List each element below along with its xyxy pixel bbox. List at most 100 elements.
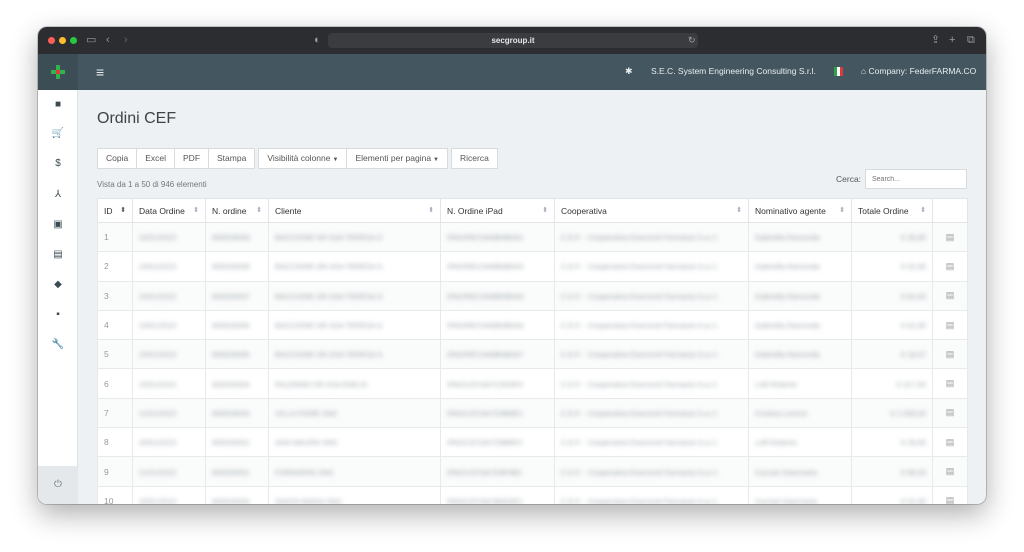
print-button[interactable]: Stampa bbox=[208, 148, 256, 169]
table-row[interactable]: 6 23/01/2022 900026004 PALERMO DR.SSA EMILI… bbox=[97, 368, 968, 399]
document-icon[interactable]: ▤ bbox=[946, 232, 955, 242]
table-cell-coop: C.E.F. - Cooperativa Esercenti Farmacia … bbox=[554, 221, 749, 253]
cell-value: IPAD/LE/19A7D8B8F2 bbox=[447, 438, 523, 448]
share-icon[interactable]: ⇪ bbox=[931, 34, 940, 46]
sidebar-toggle-icon[interactable]: ▭ bbox=[86, 34, 96, 46]
pdf-button[interactable]: PDF bbox=[174, 148, 210, 169]
file-icon: ▤ bbox=[53, 249, 63, 260]
cell-value: BACCIONE DR.SSA TERESA S bbox=[275, 291, 383, 301]
document-icon[interactable]: ▤ bbox=[946, 290, 955, 300]
sidebar-item-dollar[interactable]: $ bbox=[38, 149, 78, 179]
table-cell-date: 24/01/2022 bbox=[132, 251, 206, 282]
table-cell-ipad: IPAD/RE/19A8B4B0A6 bbox=[440, 309, 555, 341]
table-cell-ipad: IPAD/RE/19A8B4B0A3 bbox=[440, 251, 555, 282]
document-icon[interactable]: ▤ bbox=[946, 349, 955, 359]
sidebar-item-network[interactable]: ⅄ bbox=[38, 180, 78, 210]
cell-value: 900026002 bbox=[212, 438, 250, 448]
cell-value: IPAD/RE/19A8B4B0A1 bbox=[447, 233, 524, 243]
table-cell-coop: C.E.F. - Cooperativa Esercenti Farmacia … bbox=[554, 397, 749, 429]
table-row[interactable]: 9 21/01/2022 900026001 FORNARINI SNC IPAD/LE… bbox=[97, 456, 968, 487]
dollar-icon: $ bbox=[55, 158, 61, 169]
table-cell-agent: Cristina Lorenzi bbox=[748, 397, 852, 429]
search-input[interactable] bbox=[865, 169, 967, 189]
address-bar[interactable]: secgroup.it bbox=[328, 33, 698, 48]
cell-value: 24/01/2022 bbox=[139, 291, 177, 301]
sidebar-item-money[interactable]: ◆ bbox=[38, 270, 78, 300]
sidebar-item-tools[interactable]: 🔧 bbox=[38, 330, 78, 360]
sidebar-item-cart[interactable]: 🛒 bbox=[38, 119, 78, 149]
cell-value: € 317,00 bbox=[896, 379, 926, 389]
document-icon[interactable]: ▤ bbox=[946, 466, 955, 476]
reload-icon[interactable]: ↻ bbox=[688, 35, 696, 46]
table-cell-agent: Gabriella Ramonda bbox=[748, 339, 852, 370]
table-row[interactable]: 8 20/01/2022 900026002 SAN MAURO SNC IPAD/LE… bbox=[97, 427, 968, 458]
column-header[interactable]: ID ⬍ bbox=[97, 198, 133, 223]
document-icon[interactable]: ▤ bbox=[946, 378, 955, 388]
close-window-button[interactable] bbox=[48, 37, 55, 44]
sidebar-item-box[interactable]: ▪ bbox=[38, 300, 78, 330]
table-cell-client: SANTA MARIA SNC bbox=[268, 485, 441, 504]
search-label: Cerca: bbox=[836, 174, 862, 184]
column-header[interactable]: N. ordine ⬍ bbox=[205, 198, 269, 223]
briefcase-icon: ▣ bbox=[53, 219, 63, 230]
logout-button[interactable]: ⏻ bbox=[38, 466, 78, 504]
sidebar-item-file[interactable]: ▤ bbox=[38, 240, 78, 270]
table-row[interactable]: 2 24/01/2022 900026008 BACCIONE DR.SSA TERE… bbox=[97, 251, 968, 282]
excel-button[interactable]: Excel bbox=[136, 148, 176, 169]
document-icon[interactable]: ▤ bbox=[946, 437, 955, 447]
search-button[interactable]: Ricerca bbox=[451, 148, 498, 169]
maximize-window-button[interactable] bbox=[70, 37, 77, 44]
column-header[interactable]: Data Ordine ⬍ bbox=[132, 198, 206, 223]
cell-value: € 52,90 bbox=[900, 496, 926, 504]
document-icon[interactable]: ▤ bbox=[946, 261, 955, 271]
column-header[interactable]: Totale Ordine ⬍ bbox=[851, 198, 933, 223]
new-tab-icon[interactable]: + bbox=[949, 34, 955, 46]
column-header[interactable]: Nominativo agente ⬍ bbox=[748, 198, 852, 223]
table-row[interactable]: 7 21/01/2022 900026003 VILLA FIORE SNC IPAD/… bbox=[97, 397, 968, 429]
tabs-icon[interactable]: ⧉ bbox=[967, 34, 975, 46]
back-icon[interactable]: ‹ bbox=[106, 34, 110, 46]
minimize-window-button[interactable] bbox=[59, 37, 66, 44]
items-per-page-button[interactable]: Elementi per pagina ▼ bbox=[346, 148, 448, 169]
company-selector[interactable]: ⌂ Company: FederFARMA.CO bbox=[861, 65, 976, 77]
cell-value: BACCIONE DR.SSA TERESA S bbox=[275, 262, 383, 272]
table-cell-num: 900026007 bbox=[205, 280, 269, 311]
sort-icon: ⬍ bbox=[736, 207, 742, 214]
row-action-cell: ▤ bbox=[932, 339, 968, 370]
table-cell-agent: Cazzari Gianmaria bbox=[748, 485, 852, 504]
copy-button[interactable]: Copia bbox=[97, 148, 138, 169]
hamburger-menu-icon[interactable]: ≡ bbox=[96, 65, 104, 79]
table-row[interactable]: 4 24/01/2022 900026006 BACCIONE DR.SSA TERE… bbox=[97, 309, 968, 341]
cell-value: Gabriella Ramonda bbox=[755, 291, 820, 301]
table-row[interactable]: 1 24/01/2022 900026009 BACCIONE DR.SSA TERE… bbox=[97, 221, 968, 253]
forward-icon[interactable]: › bbox=[124, 34, 128, 46]
cell-value: SAN MAURO SNC bbox=[275, 438, 339, 448]
cell-value: Lelli Roberto bbox=[755, 438, 798, 448]
column-header[interactable]: N. Ordine iPad ⬍ bbox=[440, 198, 555, 223]
sidebar-item-briefcase[interactable]: ▣ bbox=[38, 210, 78, 240]
caret-down-icon: ▼ bbox=[332, 157, 339, 163]
sidebar-item-dashboard[interactable]: ■ bbox=[38, 90, 78, 120]
table-cell-coop: C.E.F. - Cooperativa Esercenti Farmacia … bbox=[554, 309, 749, 341]
browser-window: ▭ ‹ › ◐ secgroup.it ↻ ⇪ + ⧉ ≡ ✱ S.E.C. S… bbox=[38, 27, 986, 504]
table-row[interactable]: 10 20/01/2022 900026000 SANTA MARIA SNC IPAD… bbox=[97, 485, 968, 504]
cell-value: € 82,60 bbox=[900, 291, 926, 301]
logo-area[interactable] bbox=[38, 54, 78, 90]
cell-value: IPAD/RE/19A8B4B0A5 bbox=[447, 291, 524, 301]
document-icon[interactable]: ▤ bbox=[946, 407, 955, 417]
document-icon[interactable]: ▤ bbox=[946, 320, 955, 330]
column-header[interactable]: Cooperativa ⬍ bbox=[554, 198, 749, 223]
italian-flag-icon[interactable] bbox=[834, 67, 843, 76]
settings-gear-icon[interactable]: ✱ bbox=[625, 65, 633, 77]
table-row[interactable]: 3 24/01/2022 900026007 BACCIONE DR.SSA TERE… bbox=[97, 280, 968, 311]
table-cell-id: 8 bbox=[97, 427, 133, 458]
table-row[interactable]: 5 24/01/2022 900026005 BACCIONE DR.SSA TERE… bbox=[97, 339, 968, 370]
dashboard-icon: ■ bbox=[54, 99, 62, 110]
table-cell-id: 1 bbox=[97, 221, 133, 253]
column-header[interactable]: Cliente ⬍ bbox=[268, 198, 441, 223]
cell-value: € 18,07 bbox=[900, 350, 926, 360]
cell-value: 4 bbox=[104, 320, 109, 331]
column-visibility-button[interactable]: Visibilità colonne ▼ bbox=[258, 148, 348, 169]
header-label: Cliente bbox=[275, 205, 302, 216]
document-icon[interactable]: ▤ bbox=[946, 495, 955, 504]
